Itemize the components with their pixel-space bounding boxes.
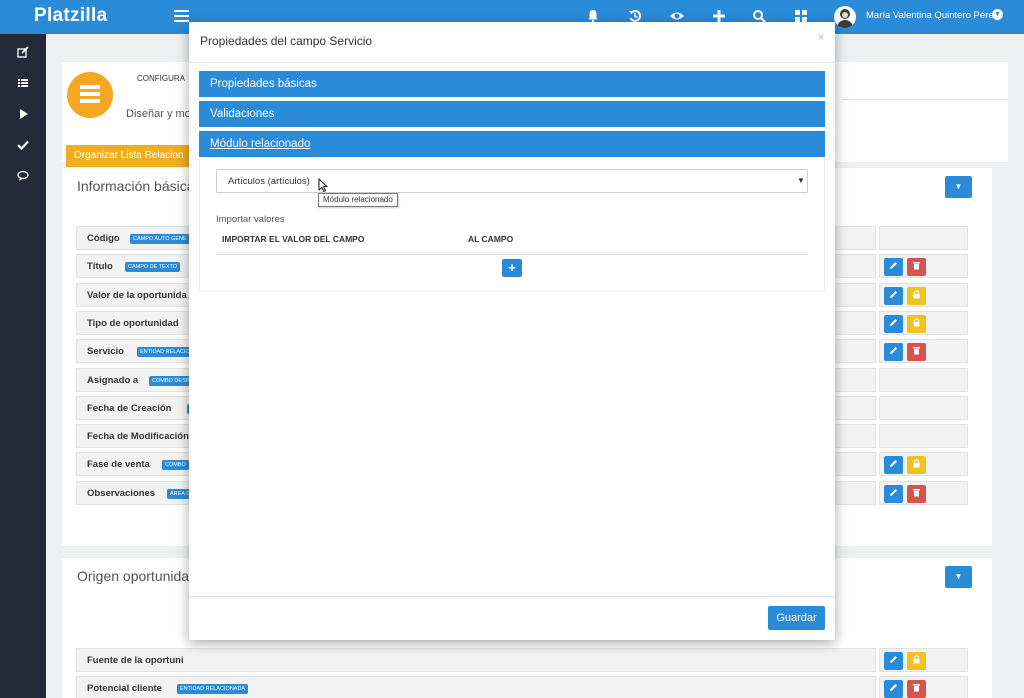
edit-button[interactable] (884, 286, 903, 305)
field-label: Fuente de la oportuni (87, 655, 184, 666)
field-type-badge: CAMPO AUTO GENE (130, 234, 190, 244)
row-actions (879, 367, 968, 392)
divider (189, 62, 835, 63)
app-brand[interactable]: Platzilla (34, 5, 107, 27)
edit-button[interactable] (884, 314, 903, 333)
row-actions (879, 648, 968, 672)
section-label: Propiedades básicas (210, 78, 317, 90)
related-module-panel: Artículos (artículos) ▼ Módulo relaciona… (199, 158, 825, 292)
field-type-badge: ENTIDAD RELACIO (137, 347, 193, 358)
breadcrumb[interactable]: CONFIGURA (137, 74, 185, 83)
card-menu-button[interactable]: ▼ (945, 176, 972, 198)
row-actions (879, 310, 968, 335)
field-label: Valor de la oportunida (87, 289, 187, 301)
edit-button[interactable] (884, 258, 903, 277)
field-properties-modal: Propiedades del campo Servicio × Propied… (189, 22, 835, 640)
close-icon[interactable]: × (815, 31, 827, 43)
caret-down-icon: ▼ (797, 176, 805, 185)
field-label: Asignado a (87, 374, 139, 386)
field-label: Tipo de oportunidad (87, 317, 179, 329)
field-type-badge: COMBO DESPI (149, 375, 194, 386)
row-actions (879, 254, 968, 279)
edit-button[interactable] (884, 484, 903, 503)
row-actions (879, 395, 968, 420)
field-type-badge: CAMPO DE TEXTO (125, 262, 181, 273)
page-description: Diseñar y mo (126, 108, 191, 120)
import-values-label: Importar valores (216, 214, 285, 225)
divider (216, 254, 808, 255)
delete-button[interactable] (907, 343, 926, 362)
divider (189, 596, 835, 597)
row-actions (879, 282, 968, 307)
row-actions (879, 339, 968, 364)
modal-title: Propiedades del campo Servicio (200, 34, 373, 48)
column-header-source: IMPORTAR EL VALOR DEL CAMPO (222, 234, 365, 244)
list-icon[interactable] (16, 77, 30, 91)
field-label: Potencial cliente (87, 683, 162, 695)
row-actions (879, 226, 968, 250)
lock-button[interactable] (907, 314, 926, 333)
field-type-badge: ENTIDAD RELACIONADA (177, 684, 249, 695)
menu-toggle-icon[interactable] (174, 10, 189, 23)
edit-button[interactable] (884, 680, 903, 698)
field-label: Observaciones (87, 487, 156, 499)
lock-button[interactable] (907, 286, 926, 305)
field-label: Fase de venta (87, 459, 150, 471)
edit-button[interactable] (884, 456, 903, 475)
check-icon[interactable] (16, 139, 30, 153)
save-button[interactable]: Guardar (768, 606, 825, 630)
section-basic-properties[interactable]: Propiedades básicas (199, 71, 825, 97)
field-row[interactable]: Potencial cliente ENTIDAD RELACIONADA (76, 676, 876, 698)
chat-icon[interactable] (16, 170, 30, 184)
row-actions (879, 676, 968, 698)
divider (842, 99, 1008, 100)
sidebar (0, 34, 46, 698)
section-label: Validaciones (210, 108, 275, 120)
section-validations[interactable]: Validaciones (199, 101, 825, 127)
row-actions (879, 452, 968, 477)
card-title: Origen oportunidad (77, 568, 197, 584)
lock-button[interactable] (907, 652, 926, 670)
row-actions (879, 480, 968, 505)
edit-icon[interactable] (16, 46, 30, 60)
avatar[interactable] (834, 6, 856, 28)
related-module-select[interactable]: Artículos (artículos) ▼ (216, 169, 808, 193)
chevron-down-icon[interactable]: ▼ (992, 9, 1003, 20)
module-logo-icon (67, 72, 113, 118)
card-title: Información básica (77, 178, 195, 194)
lock-button[interactable] (907, 456, 926, 475)
column-header-target: AL CAMPO (468, 234, 514, 244)
tooltip: Módulo relacionado (318, 193, 398, 207)
field-label: Código (87, 233, 120, 244)
field-label: Fecha de Modificación (87, 431, 189, 443)
delete-button[interactable] (907, 258, 926, 277)
play-icon[interactable] (16, 108, 30, 122)
field-label: Título (87, 261, 113, 273)
field-label: Fecha de Creación (87, 402, 172, 414)
row-actions (879, 424, 968, 449)
card-menu-button[interactable]: ▼ (945, 566, 972, 588)
field-type-badge: COMBO (162, 460, 189, 471)
mouse-cursor-icon (318, 178, 328, 192)
add-mapping-button[interactable]: + (502, 259, 522, 277)
select-value: Artículos (artículos) (228, 176, 310, 187)
organize-list-button[interactable]: Organizar Lista Relacion (66, 145, 192, 167)
edit-button[interactable] (884, 652, 903, 670)
user-name[interactable]: María Valentina Quintero Pérez (866, 10, 998, 21)
delete-button[interactable] (907, 680, 926, 698)
field-row[interactable]: Fuente de la oportuni (76, 648, 876, 672)
section-related-module[interactable]: Módulo relacionado (199, 131, 825, 157)
edit-button[interactable] (884, 343, 903, 362)
delete-button[interactable] (907, 484, 926, 503)
field-label: Servicio (87, 346, 124, 358)
section-label: Módulo relacionado (210, 138, 311, 150)
